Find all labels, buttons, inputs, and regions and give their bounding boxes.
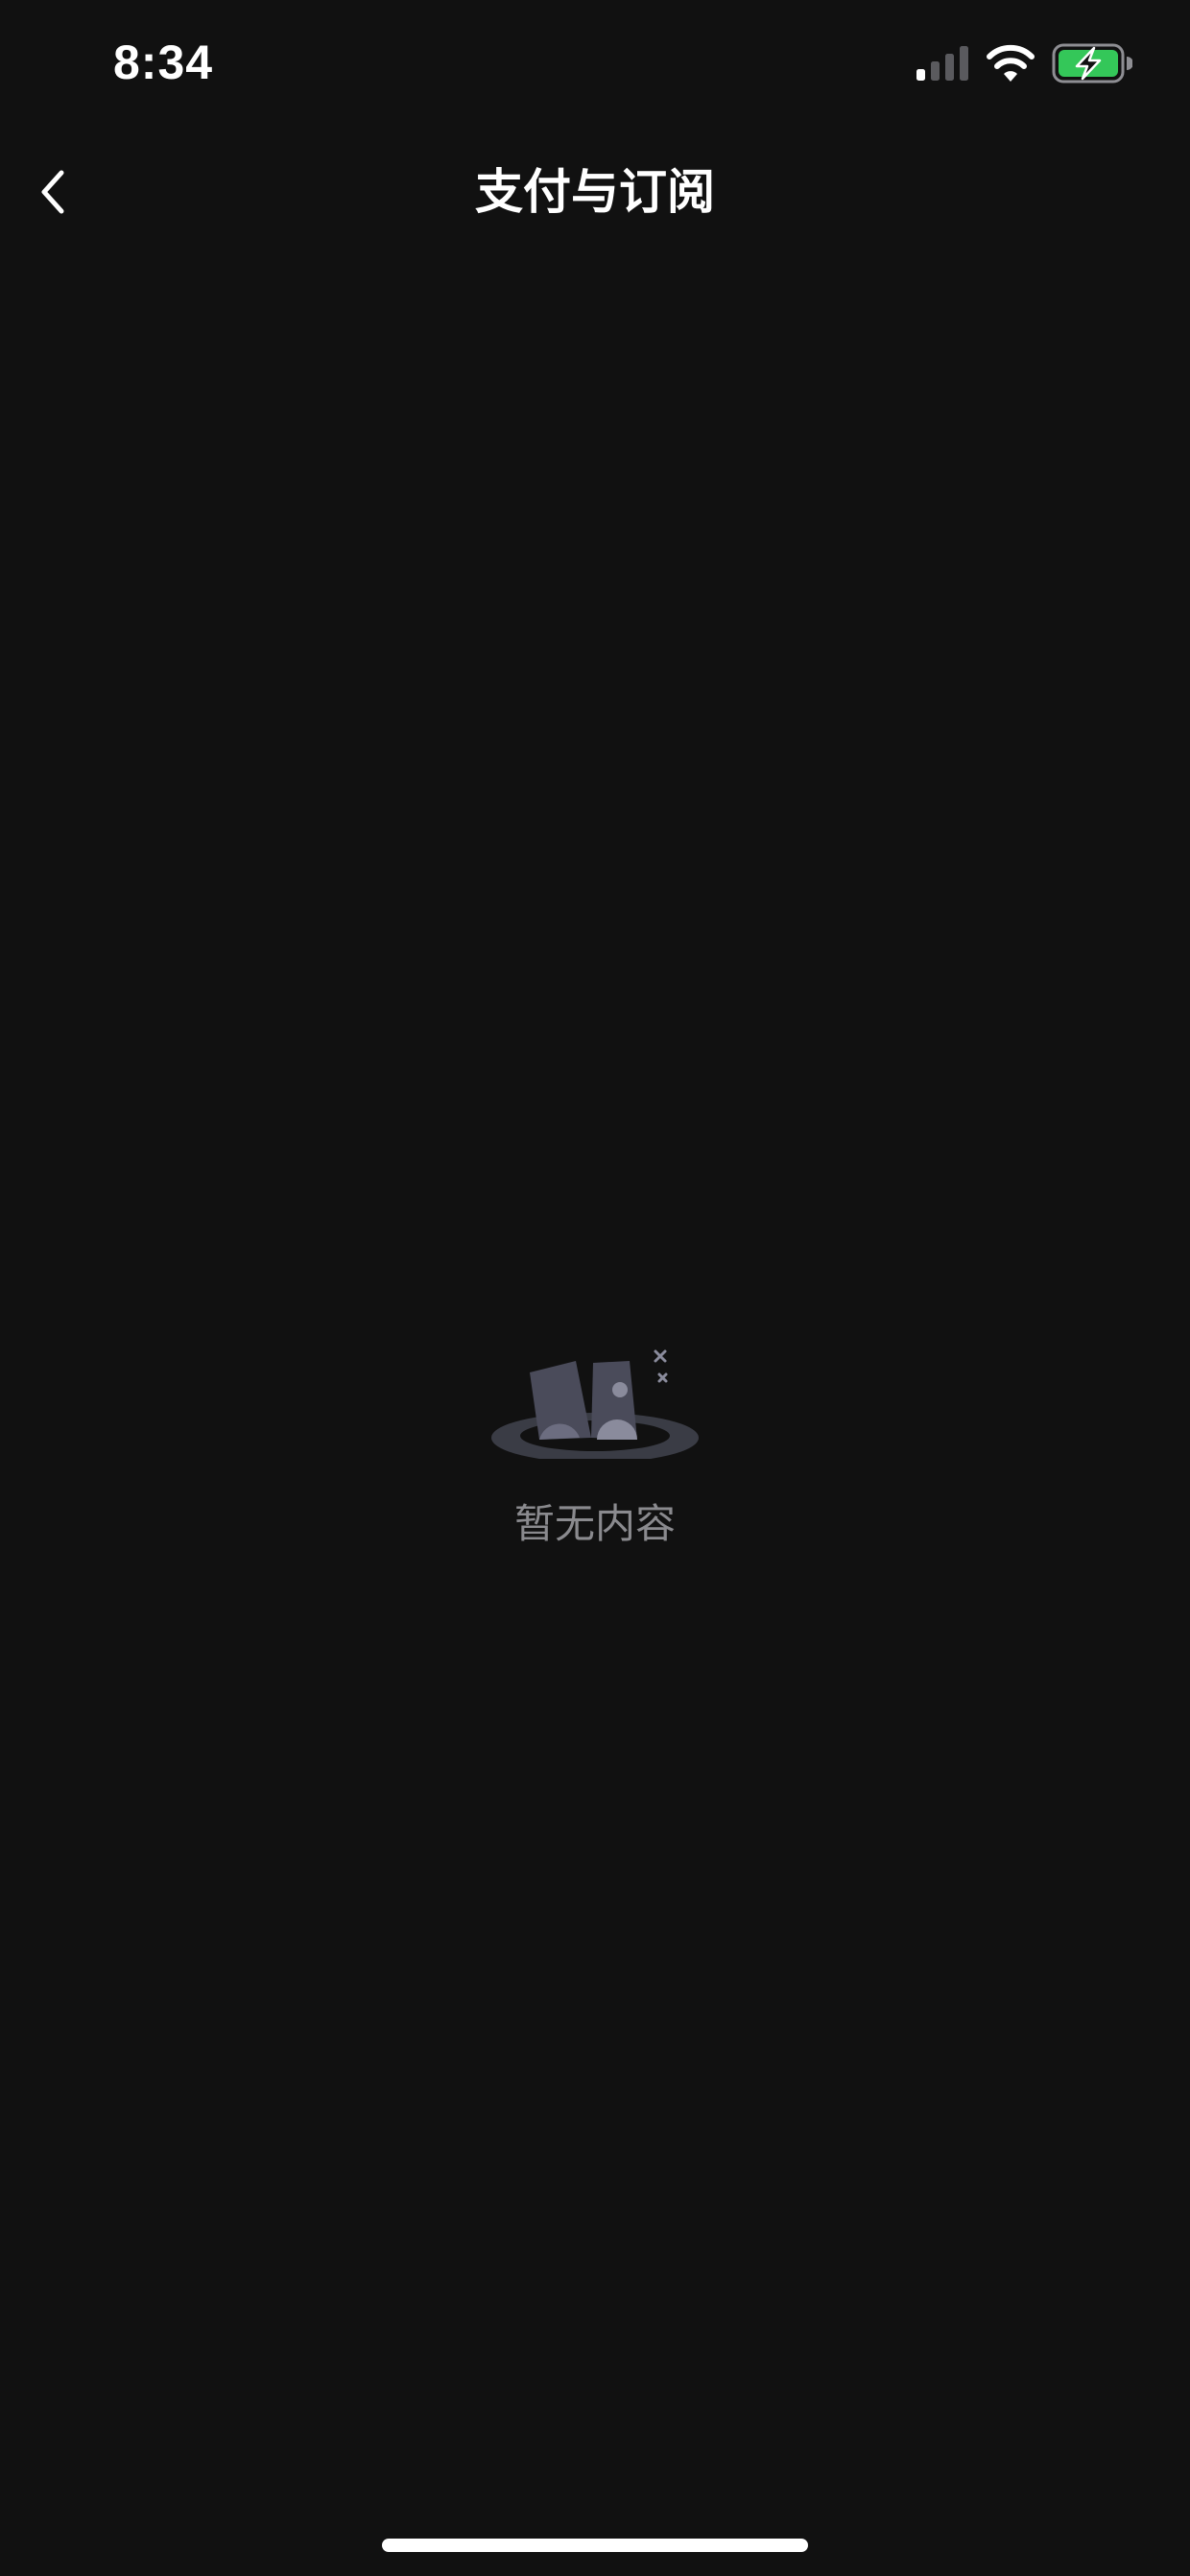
battery-charging-icon xyxy=(1052,43,1132,83)
page-title: 支付与订阅 xyxy=(475,164,715,220)
empty-box-icon xyxy=(491,1349,699,1459)
nav-bar: 支付与订阅 xyxy=(0,134,1190,250)
wifi-icon xyxy=(987,44,1035,82)
home-indicator[interactable] xyxy=(382,2539,808,2552)
empty-state: 暂无内容 xyxy=(0,1324,1190,1574)
empty-state-message: 暂无内容 xyxy=(513,1500,676,1547)
cellular-signal-icon xyxy=(916,46,968,81)
status-bar: 8:34 xyxy=(0,0,1190,134)
status-time: 8:34 xyxy=(113,36,214,89)
